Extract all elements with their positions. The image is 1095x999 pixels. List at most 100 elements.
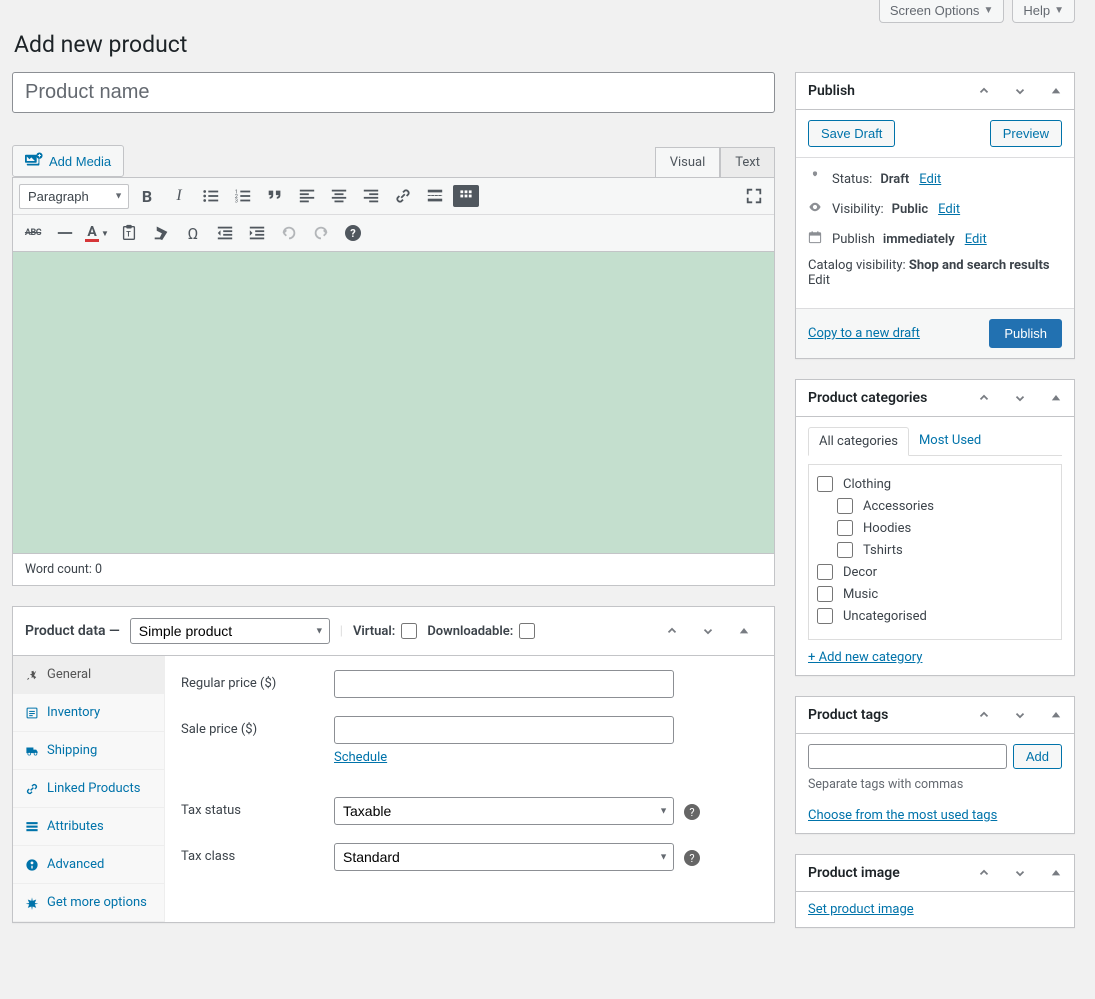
numbered-list-icon[interactable]: 123 bbox=[229, 182, 257, 210]
bold-icon[interactable]: B bbox=[133, 182, 161, 210]
product-data-title: Product data — bbox=[25, 623, 120, 639]
regular-price-label: Regular price ($) bbox=[181, 670, 334, 691]
add-media-button[interactable]: Add Media bbox=[12, 145, 124, 177]
format-select[interactable]: Paragraph bbox=[19, 184, 129, 209]
toggle-icon[interactable] bbox=[726, 613, 762, 649]
quote-icon[interactable] bbox=[261, 182, 289, 210]
toolbar-toggle-icon[interactable] bbox=[453, 185, 479, 207]
help-icon[interactable]: ? bbox=[684, 804, 700, 820]
edit-catalog-link[interactable]: Edit bbox=[808, 273, 830, 288]
sale-price-input[interactable] bbox=[334, 716, 674, 744]
category-clothing[interactable]: Clothing bbox=[817, 473, 1053, 495]
word-count: Word count: 0 bbox=[12, 554, 775, 586]
tab-text[interactable]: Text bbox=[720, 147, 775, 177]
tags-title: Product tags bbox=[796, 697, 900, 733]
tab-all-categories[interactable]: All categories bbox=[808, 427, 909, 456]
move-down-icon[interactable] bbox=[1002, 73, 1038, 109]
preview-button[interactable]: Preview bbox=[990, 120, 1062, 147]
tab-advanced[interactable]: Advanced bbox=[13, 846, 164, 884]
tab-most-used[interactable]: Most Used bbox=[909, 427, 991, 455]
outdent-icon[interactable] bbox=[211, 219, 239, 247]
move-down-icon[interactable] bbox=[1002, 380, 1038, 416]
chevron-down-icon: ▼ bbox=[983, 5, 993, 16]
copy-draft-link[interactable]: Copy to a new draft bbox=[808, 326, 920, 341]
special-char-icon[interactable]: Ω bbox=[179, 219, 207, 247]
clear-format-icon[interactable] bbox=[147, 219, 175, 247]
product-name-input[interactable] bbox=[12, 72, 775, 113]
hr-icon[interactable] bbox=[51, 219, 79, 247]
toggle-icon[interactable] bbox=[1038, 697, 1074, 733]
tab-shipping[interactable]: Shipping bbox=[13, 732, 164, 770]
categories-title: Product categories bbox=[796, 380, 939, 416]
move-down-icon[interactable] bbox=[1002, 697, 1038, 733]
align-center-icon[interactable] bbox=[325, 182, 353, 210]
move-up-icon[interactable] bbox=[966, 697, 1002, 733]
move-up-icon[interactable] bbox=[966, 855, 1002, 891]
add-tag-button[interactable]: Add bbox=[1013, 744, 1062, 769]
media-icon bbox=[25, 152, 43, 170]
tab-attributes[interactable]: Attributes bbox=[13, 808, 164, 846]
italic-icon[interactable]: I bbox=[165, 182, 193, 210]
category-uncategorised[interactable]: Uncategorised bbox=[817, 605, 1053, 627]
tab-visual[interactable]: Visual bbox=[655, 147, 721, 177]
undo-icon[interactable] bbox=[275, 219, 303, 247]
category-tshirts[interactable]: Tshirts bbox=[817, 539, 1053, 561]
product-type-select[interactable]: Simple product bbox=[130, 618, 330, 644]
category-hoodies[interactable]: Hoodies bbox=[817, 517, 1053, 539]
save-draft-button[interactable]: Save Draft bbox=[808, 120, 895, 147]
toggle-icon[interactable] bbox=[1038, 380, 1074, 416]
category-music[interactable]: Music bbox=[817, 583, 1053, 605]
help-icon[interactable]: ? bbox=[684, 850, 700, 866]
edit-status-link[interactable]: Edit bbox=[919, 172, 941, 187]
tax-class-label: Tax class bbox=[181, 843, 334, 864]
move-up-icon[interactable] bbox=[966, 73, 1002, 109]
tab-general[interactable]: General bbox=[13, 656, 164, 694]
edit-visibility-link[interactable]: Edit bbox=[938, 202, 960, 217]
fullscreen-icon[interactable] bbox=[740, 182, 768, 210]
indent-icon[interactable] bbox=[243, 219, 271, 247]
category-accessories[interactable]: Accessories bbox=[817, 495, 1053, 517]
publish-button[interactable]: Publish bbox=[989, 319, 1062, 348]
move-down-icon[interactable] bbox=[690, 613, 726, 649]
text-color-icon[interactable]: A▼ bbox=[83, 219, 111, 247]
tab-inventory[interactable]: Inventory bbox=[13, 694, 164, 732]
link-icon[interactable] bbox=[389, 182, 417, 210]
schedule-link[interactable]: Schedule bbox=[334, 750, 387, 765]
paste-text-icon[interactable]: T bbox=[115, 219, 143, 247]
help-button[interactable]: Help ▼ bbox=[1012, 0, 1075, 23]
screen-options-button[interactable]: Screen Options ▼ bbox=[879, 0, 1005, 23]
edit-publish-link[interactable]: Edit bbox=[965, 232, 987, 247]
regular-price-input[interactable] bbox=[334, 670, 674, 698]
move-up-icon[interactable] bbox=[966, 380, 1002, 416]
tax-status-select[interactable]: Taxable bbox=[334, 797, 674, 825]
virtual-checkbox[interactable]: Virtual: bbox=[353, 623, 417, 639]
toggle-icon[interactable] bbox=[1038, 73, 1074, 109]
move-down-icon[interactable] bbox=[1002, 855, 1038, 891]
add-category-link[interactable]: + Add new category bbox=[808, 650, 922, 665]
redo-icon[interactable] bbox=[307, 219, 335, 247]
category-decor[interactable]: Decor bbox=[817, 561, 1053, 583]
strikethrough-icon[interactable]: ABC bbox=[19, 219, 47, 247]
tag-hint: Separate tags with commas bbox=[808, 777, 1062, 792]
choose-tags-link[interactable]: Choose from the most used tags bbox=[808, 808, 997, 823]
move-up-icon[interactable] bbox=[654, 613, 690, 649]
tab-get-more[interactable]: Get more options bbox=[13, 884, 164, 922]
svg-text:T: T bbox=[126, 230, 131, 239]
tag-input[interactable] bbox=[808, 744, 1007, 769]
readmore-icon[interactable] bbox=[421, 182, 449, 210]
toggle-icon[interactable] bbox=[1038, 855, 1074, 891]
calendar-icon bbox=[808, 230, 824, 248]
align-right-icon[interactable] bbox=[357, 182, 385, 210]
help-icon[interactable]: ? bbox=[339, 219, 367, 247]
tab-linked-products[interactable]: Linked Products bbox=[13, 770, 164, 808]
visibility-icon bbox=[808, 200, 824, 218]
bullet-list-icon[interactable] bbox=[197, 182, 225, 210]
svg-text:3: 3 bbox=[235, 198, 238, 204]
tax-status-label: Tax status bbox=[181, 797, 334, 818]
set-image-link[interactable]: Set product image bbox=[808, 902, 914, 917]
align-left-icon[interactable] bbox=[293, 182, 321, 210]
downloadable-checkbox[interactable]: Downloadable: bbox=[427, 623, 535, 639]
editor-content[interactable] bbox=[12, 252, 775, 554]
pin-icon bbox=[808, 170, 824, 188]
tax-class-select[interactable]: Standard bbox=[334, 843, 674, 871]
